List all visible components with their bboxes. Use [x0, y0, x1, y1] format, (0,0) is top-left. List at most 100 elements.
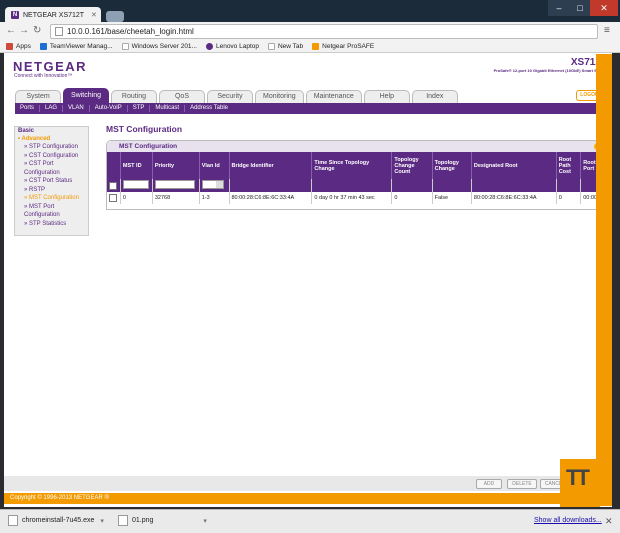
table-header-row: MST ID Priority Vlan Id Bridge Identifie… [107, 152, 603, 179]
bookmark-new-tab[interactable]: New Tab [267, 42, 303, 50]
tab-index[interactable]: Index [411, 90, 458, 103]
row-checkbox[interactable] [109, 194, 117, 202]
subnav-auto-voip[interactable]: Auto-VoIP [90, 105, 128, 112]
panel-title: MST Configuration ! [107, 141, 603, 152]
dropdown-arrow-icon[interactable]: ▾ [203, 517, 207, 525]
cell-bridge-identifier: 80:00:28:C6:8E:6C:33:4A [229, 192, 313, 204]
dropdown-arrow-icon[interactable]: ▾ [100, 517, 104, 525]
minimize-button[interactable]: – [548, 0, 570, 16]
side-item-cst-configuration[interactable]: » CST Configuration [15, 152, 88, 161]
netgear-logo: NETGEAR [13, 59, 88, 74]
new-tab-button[interactable] [106, 11, 124, 22]
tab-switching[interactable]: Switching [63, 88, 109, 103]
col-header-vlan-id: Vlan Id [199, 152, 230, 179]
main-tabs: System Switching Routing QoS Security Mo… [15, 88, 460, 103]
tab-monitoring[interactable]: Monitoring [255, 90, 304, 103]
reload-icon[interactable]: ↻ [33, 26, 41, 36]
tab-help[interactable]: Help [363, 90, 410, 103]
image-file-icon [118, 515, 128, 526]
subnav-address-table[interactable]: Address Table [185, 105, 233, 112]
col-header-time-since-topology-change: Time Since Topology Change [311, 152, 393, 179]
side-item-mst-port-configuration[interactable]: » MST Port [15, 203, 88, 212]
filter-cell [391, 179, 433, 192]
side-basic[interactable]: Basic [15, 127, 88, 135]
cell-time-since-topology-change: 0 day 0 hr 37 min 43 sec [311, 192, 393, 204]
table-filter-row [107, 179, 603, 192]
filter-cell-vlan-id [199, 179, 230, 192]
netgear-favicon-icon: N [11, 11, 19, 19]
file-icon [8, 515, 18, 526]
cell-topology-change-count: 0 [391, 192, 433, 204]
priority-input[interactable] [154, 180, 195, 189]
tab-routing[interactable]: Routing [111, 90, 157, 103]
window-close-button[interactable]: ✕ [590, 0, 618, 16]
side-item-stp-statistics[interactable]: » STP Statistics [15, 220, 88, 229]
filter-cell [471, 179, 557, 192]
address-bar[interactable]: 10.0.0.161/base/cheetah_login.html [50, 24, 598, 39]
side-advanced[interactable]: • Advanced [15, 135, 88, 143]
bookmark-lenovo[interactable]: Lenovo Laptop [205, 42, 259, 50]
tab-security[interactable]: Security [207, 90, 253, 103]
bookmarks-bar: Apps TeamViewer Manag... Windows Server … [0, 40, 620, 53]
delete-button[interactable]: DELETE [507, 479, 537, 489]
tab-system[interactable]: System [15, 90, 61, 103]
action-bar: ADD DELETE CANCEL [4, 476, 596, 491]
chrome-menu-icon[interactable]: ≡ [604, 25, 610, 36]
mst-id-input[interactable] [122, 180, 149, 189]
bookmark-teamviewer[interactable]: TeamViewer Manag... [39, 42, 113, 50]
subnav-stp[interactable]: STP [128, 105, 151, 112]
bookmark-windows-server[interactable]: Windows Server 201... [121, 42, 197, 50]
add-button[interactable]: ADD [476, 479, 502, 489]
col-header-priority: Priority [152, 152, 200, 179]
col-header-topology-change-count: Topology Change Count [391, 152, 433, 179]
filter-select-all [107, 179, 121, 192]
subnav-multicast[interactable]: Multicast [150, 105, 186, 112]
filter-cell-priority [152, 179, 200, 192]
browser-window: N NETGEAR XS712T ✕ – □ ✕ ← → ↻ 10.0.0.16… [0, 0, 620, 533]
subnav-vlan[interactable]: VLAN [63, 105, 90, 112]
copyright-text: Copyright © 1996-2013 NETGEAR ® [10, 495, 109, 501]
tab-qos[interactable]: QoS [159, 90, 205, 103]
select-all-checkbox[interactable] [109, 181, 117, 190]
side-menu: Basic • Advanced » STP Configuration » C… [14, 126, 89, 236]
maximize-button[interactable]: □ [570, 0, 590, 16]
side-item-stp-configuration[interactable]: » STP Configuration [15, 143, 88, 152]
forward-arrow-icon[interactable]: → [19, 26, 29, 36]
page-icon [267, 42, 275, 50]
subnav-lag[interactable]: LAG [40, 105, 64, 112]
side-item-cst-port-status[interactable]: » CST Port Status [15, 177, 88, 186]
web-page: NETGEAR Connect with Innovation™ XS712T … [4, 53, 612, 507]
tab-close-icon[interactable]: ✕ [91, 11, 101, 19]
page-icon [121, 42, 129, 50]
filter-cell [311, 179, 393, 192]
back-arrow-icon[interactable]: ← [6, 26, 16, 36]
filter-cell-mst-id [120, 179, 153, 192]
tab-title: NETGEAR XS712T [23, 11, 85, 19]
show-all-downloads-link[interactable]: Show all downloads... [534, 517, 602, 524]
browser-tab[interactable]: N NETGEAR XS712T ✕ [5, 7, 101, 23]
side-item-rstp[interactable]: » RSTP [15, 186, 88, 195]
download-item-png[interactable]: 01.png ▾ [118, 514, 207, 527]
download-item-chromeinstall[interactable]: chromeinstall-7u45.exe ▾ [8, 514, 104, 527]
bookmark-netgear[interactable]: Netgear ProSAFE [312, 42, 374, 50]
filter-cell [432, 179, 472, 192]
col-header-root-path-cost: Root Path Cost [556, 152, 582, 179]
tab-maintenance[interactable]: Maintenance [305, 90, 362, 103]
subnav-ports[interactable]: Ports [15, 105, 41, 112]
sub-nav: Ports LAG VLAN Auto-VoIP STP Multicast A… [15, 103, 612, 114]
cell-priority: 32768 [152, 192, 200, 204]
vlan-id-select[interactable] [201, 180, 224, 189]
cell-mst-id: 0 [120, 192, 153, 204]
close-downloads-icon[interactable]: ✕ [605, 516, 613, 527]
side-item-cst-port-configuration[interactable]: » CST Port [15, 160, 88, 169]
title-bar: N NETGEAR XS712T ✕ – □ ✕ [0, 0, 620, 23]
bookmark-apps[interactable]: Apps [6, 42, 31, 50]
page-title: MST Configuration [106, 124, 183, 134]
side-item-cst-port-configuration-2[interactable]: Configuration [15, 169, 88, 178]
mst-config-panel: MST Configuration ! MST ID Priority Vlan… [106, 140, 604, 210]
url-text: 10.0.0.161/base/cheetah_login.html [67, 27, 194, 36]
side-item-mst-port-configuration-2[interactable]: Configuration [15, 211, 88, 220]
table-row[interactable]: 0 32768 1-3 80:00:28:C6:8E:6C:33:4A 0 da… [107, 192, 603, 204]
side-item-mst-configuration[interactable]: » MST Configuration [15, 194, 88, 203]
row-select-cell [107, 192, 121, 204]
